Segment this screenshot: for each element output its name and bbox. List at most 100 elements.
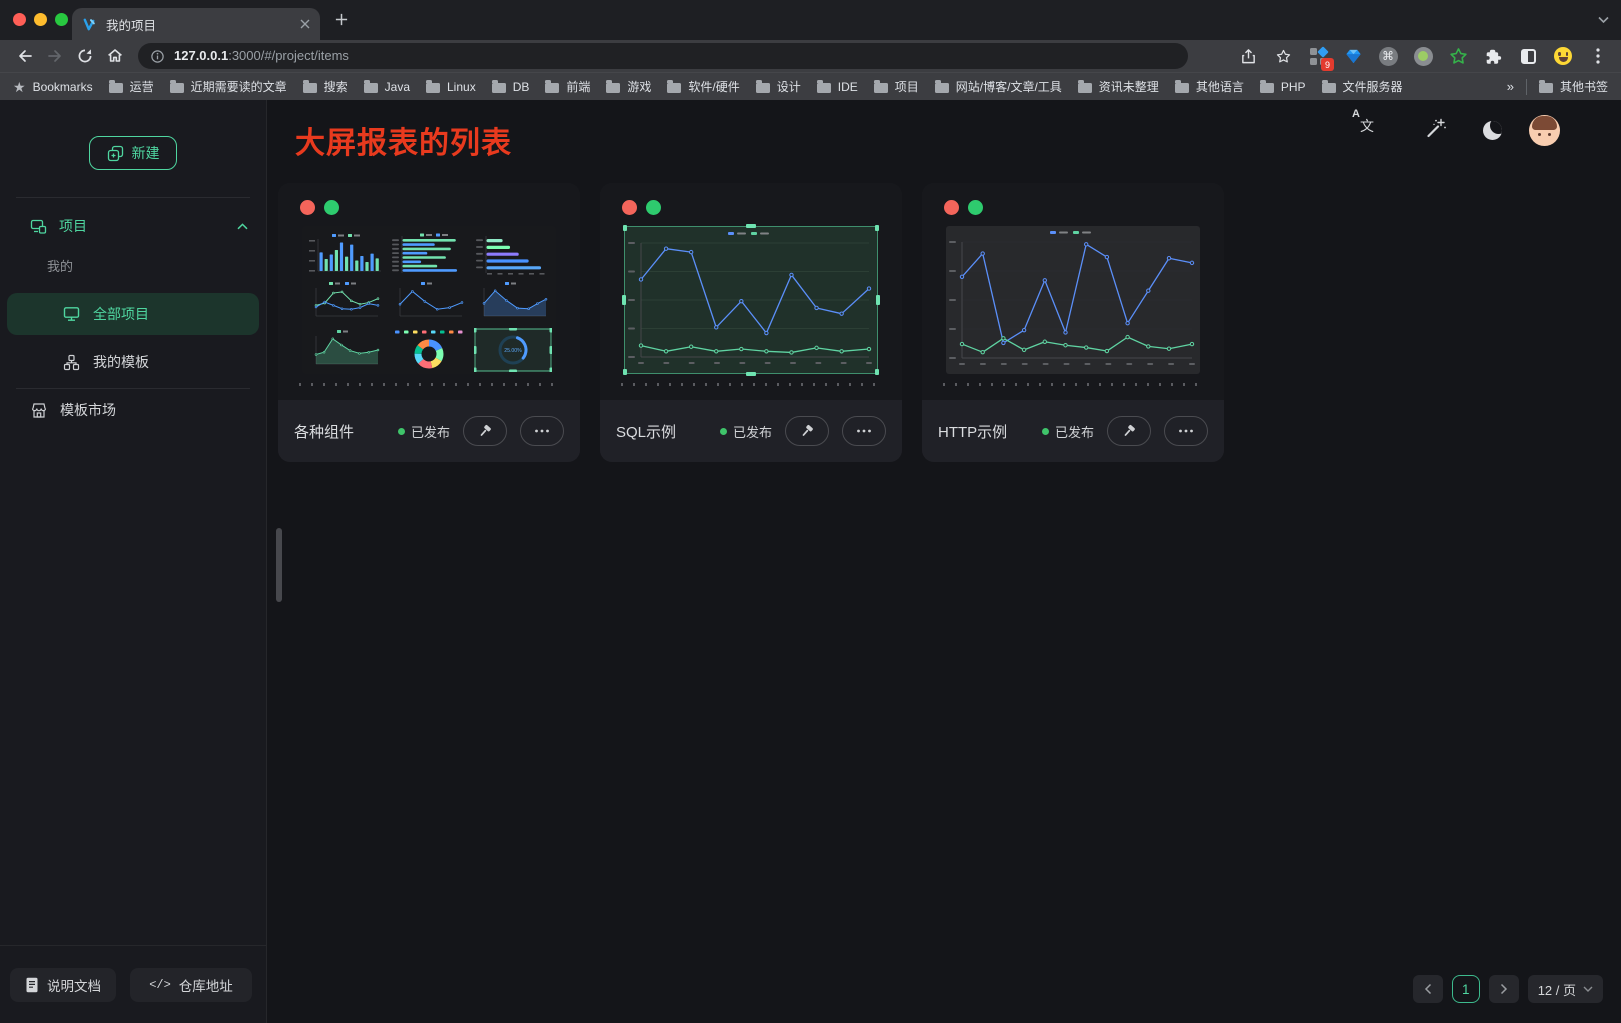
tab-title: 我的项目 [106, 15, 291, 34]
repository-button[interactable]: </> 仓库地址 [130, 968, 252, 1002]
minimize-window-button[interactable] [34, 13, 47, 26]
status-label: 已发布 [411, 422, 450, 441]
star-extension-icon[interactable] [1448, 46, 1468, 66]
puzzle-extensions-icon[interactable] [1483, 46, 1503, 66]
folder-icon [935, 83, 949, 93]
sidebar-item-template-market[interactable]: 模板市场 [0, 392, 266, 428]
sidebar-section-project[interactable]: 项目 [0, 208, 266, 244]
sidebar-item-label: 全部项目 [93, 304, 149, 324]
bookmarks-overflow-button[interactable]: » [1507, 79, 1514, 94]
bookmark-folder-item[interactable]: Linux [426, 78, 476, 95]
page-size-label: 12 / 页 [1538, 980, 1576, 999]
bookmark-folder-label: 项目 [895, 78, 919, 95]
ruler-ticks [943, 383, 1203, 386]
bookmark-folder-item[interactable]: 近期需要读的文章 [170, 78, 287, 95]
dark-mode-moon-icon[interactable] [1483, 121, 1502, 140]
record-extension-icon[interactable] [1413, 46, 1433, 66]
forward-icon[interactable] [46, 47, 64, 65]
bookmark-folder-item[interactable]: DB [492, 78, 530, 95]
folder-icon [1539, 83, 1553, 93]
command-extension-icon[interactable]: ⌘ [1378, 46, 1398, 66]
back-icon[interactable] [16, 47, 34, 65]
dark-mode-extension-icon[interactable] [1518, 46, 1538, 66]
more-actions-button[interactable] [1164, 416, 1208, 446]
bookmark-folder-item[interactable]: 搜索 [303, 78, 348, 95]
tab-close-icon[interactable] [300, 19, 310, 29]
bookmark-folder-item[interactable]: 软件/硬件 [667, 78, 739, 95]
page-title: 大屏报表的列表 [295, 118, 512, 162]
project-card[interactable]: HTTP示例 已发布 [922, 183, 1224, 462]
bookmark-folder-item[interactable]: IDE [817, 78, 858, 95]
status-dot [398, 428, 405, 435]
sidebar-divider [16, 388, 250, 389]
sidebar-item-label: 模板市场 [60, 400, 116, 420]
chevron-down-icon [1583, 986, 1593, 993]
ellipsis-icon [534, 429, 550, 433]
bookmark-folder-item[interactable]: 其他语言 [1175, 78, 1244, 95]
mini-chart-area-green [306, 328, 384, 372]
more-actions-button[interactable] [842, 416, 886, 446]
bookmark-star-icon[interactable] [1273, 46, 1293, 66]
home-icon[interactable] [106, 47, 124, 65]
preview-window-dots [300, 200, 559, 215]
bookmark-folder-label: DB [513, 80, 530, 94]
bookmarks-manager-item[interactable]: ★ Bookmarks [13, 80, 93, 94]
prev-page-button[interactable] [1413, 975, 1443, 1003]
reload-icon[interactable] [76, 47, 94, 65]
extension-grid-icon[interactable]: 9 [1308, 46, 1328, 66]
other-bookmarks-item[interactable]: 其他书签 [1539, 78, 1608, 95]
close-window-button[interactable] [13, 13, 26, 26]
star-icon: ★ [13, 80, 26, 94]
sidebar-item-all-projects[interactable]: 全部项目 [7, 293, 259, 335]
magic-wand-icon[interactable] [1424, 117, 1447, 140]
bookmark-folder-item[interactable]: 项目 [874, 78, 919, 95]
project-card[interactable]: 25.00% 各种组件 已发布 [278, 183, 580, 462]
bookmark-folder-label: 软件/硬件 [688, 78, 739, 95]
browser-tab[interactable]: 我的项目 [72, 8, 320, 40]
bookmark-folder-item[interactable]: PHP [1260, 78, 1306, 95]
zoom-window-button[interactable] [55, 13, 68, 26]
new-project-button[interactable]: 新建 [89, 136, 177, 170]
site-info-icon[interactable] [150, 49, 165, 64]
bookmark-folder-item[interactable]: 前端 [545, 78, 590, 95]
user-avatar[interactable] [1529, 115, 1560, 146]
more-actions-button[interactable] [520, 416, 564, 446]
bookmark-folder-label: PHP [1281, 80, 1306, 94]
tab-favicon [82, 17, 97, 32]
edit-hammer-button[interactable] [463, 416, 507, 446]
mini-chart-donut [390, 328, 468, 372]
selection-handle [875, 369, 879, 375]
page-size-select[interactable]: 12 / 页 [1528, 975, 1603, 1003]
bookmarks-bar: ★ Bookmarks 运营近期需要读的文章搜索 Java Linux DB 前端 游戏 软… [0, 72, 1621, 100]
gem-extension-icon[interactable] [1343, 46, 1363, 66]
document-icon [25, 977, 39, 993]
mini-chart-area-blue [474, 280, 552, 324]
bookmark-folder-item[interactable]: 资讯未整理 [1078, 78, 1159, 95]
bookmark-folder-label: 游戏 [627, 78, 651, 95]
project-card[interactable]: SQL示例 已发布 [600, 183, 902, 462]
share-icon[interactable] [1238, 46, 1258, 66]
browser-toolbar: 127.0.0.1:3000/#/project/items 9 ⌘ [0, 40, 1621, 72]
emoji-extension-icon[interactable] [1553, 46, 1573, 66]
bookmark-folder-item[interactable]: 文件服务器 [1322, 78, 1403, 95]
tab-search-chevron-icon[interactable] [1598, 16, 1609, 24]
bookmark-folder-item[interactable]: 网站/博客/文章/工具 [935, 78, 1062, 95]
documentation-button[interactable]: 说明文档 [10, 968, 116, 1002]
next-page-button[interactable] [1489, 975, 1519, 1003]
bookmarks-divider [1526, 79, 1527, 95]
sidebar-item-my-templates[interactable]: 我的模板 [7, 341, 259, 383]
url-bar[interactable]: 127.0.0.1:3000/#/project/items [138, 43, 1188, 69]
edit-hammer-button[interactable] [785, 416, 829, 446]
bookmark-folder-item[interactable]: Java [364, 78, 410, 95]
new-tab-button[interactable] [334, 12, 349, 27]
edit-hammer-button[interactable] [1107, 416, 1151, 446]
browser-menu-icon[interactable] [1588, 46, 1608, 66]
selection-handle [623, 369, 627, 375]
bookmark-folder-item[interactable]: 设计 [756, 78, 801, 95]
card-footer: 各种组件 已发布 [278, 400, 580, 462]
bookmark-folder-item[interactable]: 游戏 [606, 78, 651, 95]
current-page-button[interactable]: 1 [1452, 975, 1480, 1003]
project-name: HTTP示例 [938, 421, 1029, 442]
bookmark-folder-item[interactable]: 运营 [109, 78, 154, 95]
selection-handle [622, 295, 626, 305]
